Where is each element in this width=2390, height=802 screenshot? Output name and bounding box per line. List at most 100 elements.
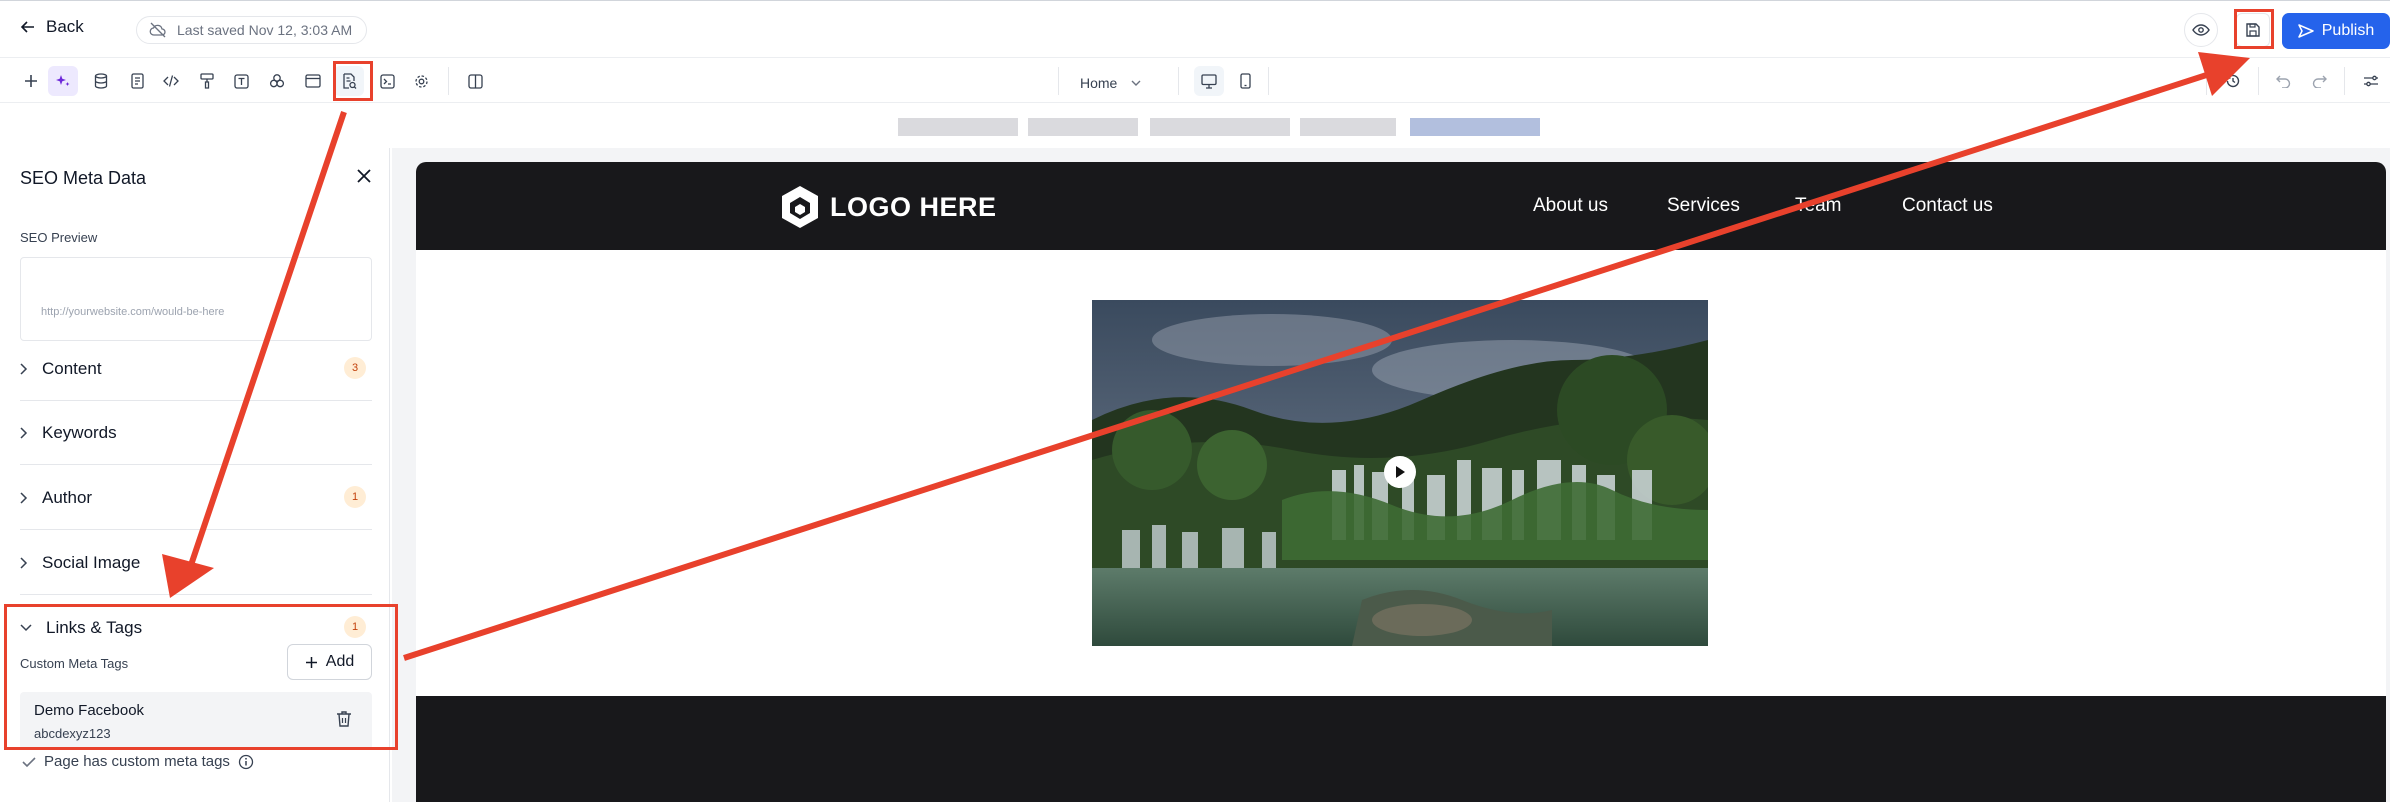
last-saved-badge: Last saved Nov 12, 3:03 AM — [136, 16, 368, 44]
layers-tool[interactable] — [86, 66, 116, 96]
video-player[interactable] — [1092, 300, 1708, 646]
chevron-down-icon — [20, 624, 32, 632]
text-icon — [233, 73, 249, 89]
section-author[interactable]: Author 1 — [20, 466, 372, 530]
links-tags-header[interactable]: Links & Tags — [20, 618, 142, 638]
document-icon — [130, 73, 144, 89]
toolbar-divider — [448, 67, 449, 95]
plus-icon — [305, 656, 317, 668]
chevron-down-icon — [1131, 80, 1141, 86]
redacted-block — [1150, 118, 1290, 136]
section-label: Content — [42, 359, 102, 378]
columns-icon — [467, 73, 483, 89]
add-label: Add — [325, 653, 355, 670]
text-tool[interactable] — [226, 66, 256, 96]
meta-tag-item[interactable]: Demo Facebook abcdexyz123 — [20, 692, 372, 750]
website-preview[interactable]: LOGO HERE About us Services Team Contact… — [416, 162, 2386, 802]
logo-text: LOGO HERE — [830, 191, 997, 222]
save-button[interactable] — [2236, 13, 2270, 47]
advanced-settings-button[interactable] — [2356, 66, 2386, 96]
back-button[interactable]: Back — [20, 17, 84, 37]
seo-meta-tool[interactable] — [334, 66, 364, 96]
database-icon — [94, 73, 108, 89]
page-selector-value: Home — [1080, 75, 1118, 91]
monitor-icon — [1201, 73, 1217, 89]
undo-button[interactable] — [2268, 66, 2298, 96]
seo-preview-card: http://yourwebsite.com/would-be-here — [20, 257, 372, 341]
arrow-left-icon — [20, 21, 34, 33]
pages-tool[interactable] — [122, 66, 152, 96]
browser-window-icon — [305, 74, 321, 88]
circles-icon — [269, 74, 285, 88]
cog-icon — [414, 74, 428, 88]
undo-icon — [2275, 75, 2290, 88]
dark-section — [416, 696, 2386, 802]
custom-note-text: Page has custom meta tags — [44, 753, 230, 770]
section-links-tags: Links & Tags 1 Custom Meta Tags Add Demo… — [20, 606, 372, 750]
site-logo[interactable]: LOGO HERE — [778, 184, 997, 230]
section-label: Social Image — [42, 553, 141, 572]
chevron-right-icon — [20, 557, 28, 569]
mobile-view-button[interactable] — [1230, 66, 1260, 96]
close-panel-button[interactable] — [354, 166, 374, 186]
smartphone-icon — [1239, 73, 1251, 89]
back-label: Back — [46, 17, 84, 36]
ai-tool[interactable] — [48, 66, 78, 96]
toolbar-divider — [2344, 67, 2345, 95]
history-icon — [2226, 74, 2240, 88]
custom-meta-tags-label: Custom Meta Tags — [20, 656, 129, 671]
add-meta-tag-button[interactable]: Add — [287, 644, 372, 680]
meta-tag-name: Demo Facebook — [34, 702, 145, 719]
floppy-disk-icon — [2246, 23, 2260, 37]
section-keywords[interactable]: Keywords — [20, 401, 372, 465]
tracking-code-tool[interactable] — [372, 66, 402, 96]
styles-tool[interactable] — [192, 66, 222, 96]
chevron-right-icon — [20, 427, 28, 439]
check-icon — [22, 756, 36, 767]
trash-icon — [337, 711, 351, 727]
integrations-tool[interactable] — [262, 66, 292, 96]
history-button[interactable] — [2218, 66, 2248, 96]
code-tool[interactable] — [156, 66, 186, 96]
play-icon — [1396, 466, 1405, 478]
meta-tag-value: abcdexyz123 — [34, 726, 111, 741]
nav-link-team[interactable]: Team — [1795, 195, 1841, 217]
redo-button[interactable] — [2304, 66, 2334, 96]
section-label: Links & Tags — [46, 618, 143, 637]
top-bar: Back Last saved Nov 12, 3:03 AM Publish — [0, 0, 2390, 58]
toolbar-divider — [2258, 67, 2259, 95]
publish-label: Publish — [2321, 22, 2375, 39]
panel-title: SEO Meta Data — [20, 168, 147, 188]
plus-icon — [25, 75, 37, 87]
terminal-icon — [379, 73, 395, 89]
nav-link-about[interactable]: About us — [1533, 195, 1608, 217]
seo-preview-label: SEO Preview — [20, 230, 98, 245]
close-icon — [357, 169, 371, 183]
sparkles-icon — [56, 75, 70, 86]
redacted-block — [1300, 118, 1396, 136]
publish-button[interactable]: Publish — [2282, 13, 2390, 49]
custom-meta-note: Page has custom meta tags — [22, 753, 254, 770]
page-selector[interactable]: Home — [1080, 71, 1141, 95]
toolbar-divider — [1268, 67, 1269, 95]
toolbar-divider — [1178, 67, 1179, 95]
add-element-tool[interactable] — [16, 66, 46, 96]
site-header[interactable]: LOGO HERE About us Services Team Contact… — [416, 162, 2386, 250]
toolbar-divider — [2206, 67, 2207, 95]
section-content[interactable]: Content 3 — [20, 337, 372, 401]
nav-link-contact[interactable]: Contact us — [1902, 195, 1993, 217]
toolbar-divider — [1058, 67, 1059, 95]
layout-tool[interactable] — [298, 66, 328, 96]
nav-link-services[interactable]: Services — [1667, 195, 1740, 217]
preview-button[interactable] — [2184, 13, 2218, 47]
redacted-block — [1410, 118, 1540, 136]
desktop-view-button[interactable] — [1194, 66, 1224, 96]
count-badge: 3 — [344, 357, 366, 379]
redacted-block — [898, 118, 1018, 136]
delete-meta-tag-button[interactable] — [336, 710, 358, 732]
section-social-image[interactable]: Social Image — [20, 531, 372, 595]
send-icon — [2298, 24, 2314, 38]
settings-tool[interactable] — [406, 66, 436, 96]
play-button[interactable] — [1384, 456, 1416, 488]
panel-toggle-tool[interactable] — [460, 66, 490, 96]
